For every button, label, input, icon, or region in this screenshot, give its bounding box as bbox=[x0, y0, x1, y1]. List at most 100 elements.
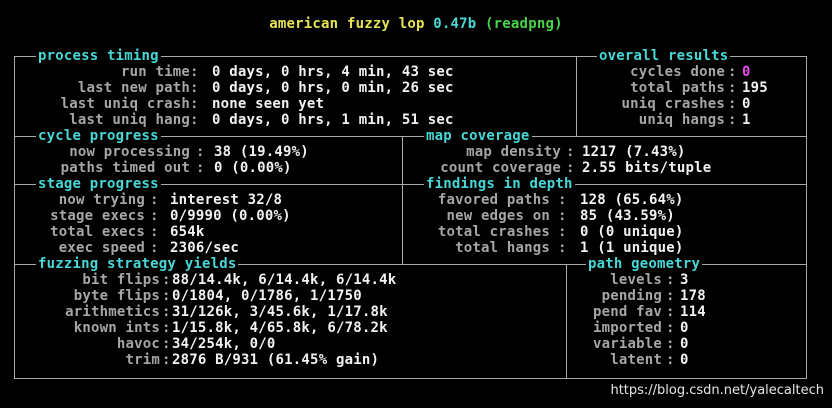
header-path-geometry: path geometry bbox=[586, 256, 703, 272]
label-last-uniq-hang: last uniq hang bbox=[69, 112, 190, 128]
value-exec-speed: 2306/sec bbox=[170, 240, 240, 256]
border-right bbox=[806, 56, 807, 379]
separator: : bbox=[728, 96, 737, 112]
separator: : bbox=[558, 192, 567, 208]
value-havoc: 34/254k, 0/0 bbox=[172, 336, 276, 352]
label-uniq-hangs: uniq hangs bbox=[638, 112, 725, 128]
watermark-url: https://blog.csdn.net/yalecaltech bbox=[610, 383, 824, 398]
label-favored-paths: favored paths bbox=[437, 192, 550, 208]
separator: : bbox=[162, 336, 171, 352]
separator: : bbox=[150, 208, 159, 224]
label-pend-fav: pend fav bbox=[592, 304, 662, 320]
separator: : bbox=[150, 240, 159, 256]
value-total-hangs: 1 (1 unique) bbox=[580, 240, 684, 256]
value-paths-timed-out: 0 (0.00%) bbox=[214, 160, 292, 176]
label-variable: variable bbox=[592, 336, 662, 352]
terminal-window: american fuzzy lop 0.47b (readpng) proce… bbox=[0, 0, 832, 408]
separator: : bbox=[558, 208, 567, 224]
separator: : bbox=[190, 112, 199, 128]
label-new-edges-on: new edges on bbox=[446, 208, 550, 224]
value-cycles-done: 0 bbox=[742, 64, 751, 80]
border-bottom bbox=[14, 378, 806, 379]
value-pend-fav: 114 bbox=[680, 304, 706, 320]
label-count-coverage: count coverage bbox=[440, 160, 561, 176]
label-run-time: run time bbox=[120, 64, 190, 80]
separator: : bbox=[162, 272, 171, 288]
label-exec-speed: exec speed bbox=[58, 240, 145, 256]
separator: : bbox=[728, 64, 737, 80]
label-total-paths: total paths bbox=[630, 80, 725, 96]
value-now-trying: interest 32/8 bbox=[170, 192, 283, 208]
header-stage-progress: stage progress bbox=[36, 176, 161, 192]
label-last-new-path: last new path bbox=[77, 80, 190, 96]
header-overall-results: overall results bbox=[597, 48, 731, 64]
value-last-new-path: 0 days, 0 hrs, 0 min, 26 sec bbox=[212, 80, 454, 96]
divider-overall bbox=[576, 56, 577, 136]
label-last-uniq-crash: last uniq crash bbox=[60, 96, 190, 112]
app-version: 0.47b bbox=[433, 16, 477, 32]
value-known-ints: 1/15.8k, 4/65.8k, 6/78.2k bbox=[172, 320, 388, 336]
window-title: american fuzzy lop 0.47b (readpng) bbox=[0, 16, 832, 32]
label-now-trying: now trying bbox=[58, 192, 145, 208]
value-run-time: 0 days, 0 hrs, 4 min, 43 sec bbox=[212, 64, 454, 80]
value-pending: 178 bbox=[680, 288, 706, 304]
separator: : bbox=[162, 352, 171, 368]
target-name: (readpng) bbox=[485, 16, 563, 32]
separator: : bbox=[666, 272, 675, 288]
label-stage-execs: stage execs bbox=[50, 208, 145, 224]
value-arithmetics: 31/126k, 3/45.6k, 1/17.8k bbox=[172, 304, 388, 320]
label-bit-flips: bit flips bbox=[82, 272, 160, 288]
label-havoc: havoc bbox=[116, 336, 160, 352]
value-total-paths: 195 bbox=[742, 80, 768, 96]
header-findings-in-depth: findings in depth bbox=[424, 176, 575, 192]
value-trim: 2876 B/931 (61.45% gain) bbox=[172, 352, 380, 368]
header-fuzzing-strategy-yields: fuzzing strategy yields bbox=[36, 256, 239, 272]
separator: : bbox=[150, 224, 159, 240]
label-now-processing: now processing bbox=[69, 144, 190, 160]
value-levels: 3 bbox=[680, 272, 689, 288]
label-imported: imported bbox=[592, 320, 662, 336]
value-map-density: 1217 (7.43%) bbox=[582, 144, 686, 160]
label-total-crashes: total crashes bbox=[437, 224, 550, 240]
label-paths-timed-out: paths timed out bbox=[60, 160, 190, 176]
value-variable: 0 bbox=[680, 336, 689, 352]
separator: : bbox=[728, 112, 737, 128]
label-trim: trim bbox=[125, 352, 160, 368]
separator: : bbox=[150, 192, 159, 208]
label-cycles-done: cycles done bbox=[630, 64, 725, 80]
value-bit-flips: 88/14.4k, 6/14.4k, 6/14.4k bbox=[172, 272, 397, 288]
separator: : bbox=[566, 160, 575, 176]
separator: : bbox=[558, 224, 567, 240]
value-uniq-hangs: 1 bbox=[742, 112, 751, 128]
label-latent: latent bbox=[610, 352, 662, 368]
separator: : bbox=[196, 160, 205, 176]
separator: : bbox=[666, 288, 675, 304]
border-left bbox=[14, 56, 15, 379]
app-name: american fuzzy lop bbox=[269, 16, 425, 32]
value-last-uniq-hang: 0 days, 0 hrs, 1 min, 51 sec bbox=[212, 112, 454, 128]
divider-middle bbox=[402, 136, 403, 264]
label-known-ints: known ints bbox=[73, 320, 160, 336]
label-levels: levels bbox=[610, 272, 662, 288]
label-map-density: map density bbox=[466, 144, 561, 160]
separator: : bbox=[666, 304, 675, 320]
header-process-timing: process timing bbox=[36, 48, 161, 64]
value-total-execs: 654k bbox=[170, 224, 205, 240]
separator: : bbox=[666, 320, 675, 336]
label-total-execs: total execs bbox=[50, 224, 145, 240]
value-uniq-crashes: 0 bbox=[742, 96, 751, 112]
value-byte-flips: 0/1804, 0/1786, 1/1750 bbox=[172, 288, 362, 304]
label-byte-flips: byte flips bbox=[73, 288, 160, 304]
separator: : bbox=[666, 352, 675, 368]
separator: : bbox=[162, 288, 171, 304]
separator: : bbox=[666, 336, 675, 352]
label-pending: pending bbox=[601, 288, 662, 304]
separator: : bbox=[190, 64, 199, 80]
separator: : bbox=[728, 80, 737, 96]
value-new-edges-on: 85 (43.59%) bbox=[580, 208, 675, 224]
value-stage-execs: 0/9990 (0.00%) bbox=[170, 208, 291, 224]
separator: : bbox=[558, 240, 567, 256]
value-latent: 0 bbox=[680, 352, 689, 368]
header-cycle-progress: cycle progress bbox=[36, 128, 161, 144]
divider-geometry bbox=[566, 264, 567, 378]
